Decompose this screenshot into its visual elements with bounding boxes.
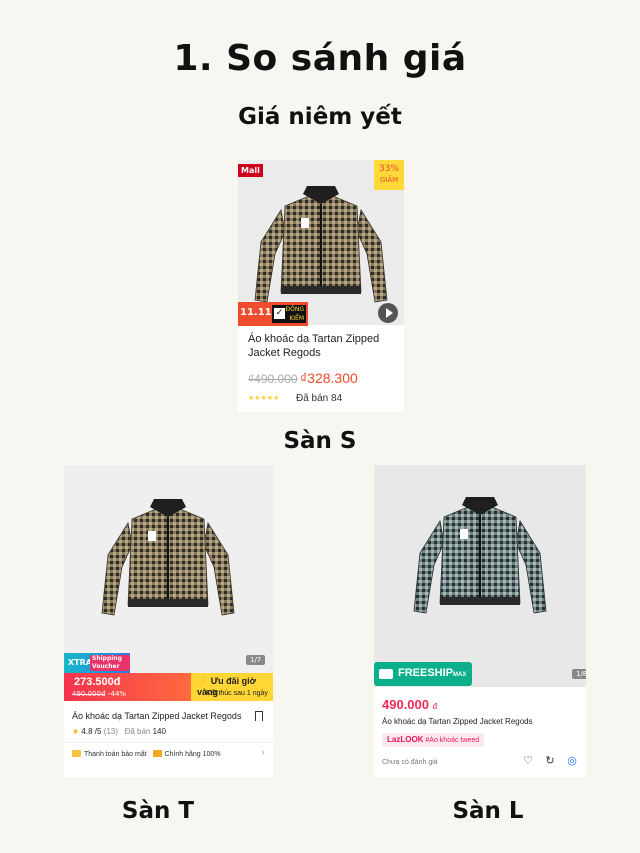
caption-san-t: Sàn T [121, 798, 195, 824]
divider [64, 742, 273, 743]
image-page-indicator: 1/7 [246, 655, 266, 665]
trust-badges: Thanh toán bảo mật Chính hãng 100% [72, 750, 221, 758]
original-price: 490.000đ [72, 690, 106, 698]
caption-san-s: Sàn S [283, 428, 357, 454]
page-title: 1. So sánh giá [173, 38, 467, 79]
sold-label: Đã bán [124, 727, 151, 736]
check-badge-label: ĐỒNG KIỂM [285, 306, 304, 322]
action-icons: ♡ ↻ ◎ [522, 755, 582, 769]
rating-stars: ★★★★★ [248, 394, 280, 402]
check-badge: ✓ ĐỒNG KIỂM [272, 305, 306, 323]
discount-percent: 33% [378, 164, 399, 174]
secure-payment-icon [72, 750, 81, 757]
authentic-label: Chính hãng 100% [164, 751, 221, 758]
sale-price: 490.000 đ [382, 697, 438, 712]
rating-value: 4.8 [81, 727, 93, 736]
star-icon: ★ [72, 727, 80, 736]
discount-percent: -44% [108, 690, 127, 698]
check-icon: ✓ [274, 308, 285, 319]
jacket-image [101, 499, 235, 616]
xtra-sub-label: Shipping Voucher [90, 655, 130, 671]
image-page-indicator: 1/8 [572, 669, 586, 679]
sale-banner: 11.11 ✓ ĐỒNG KIỂM [238, 302, 308, 326]
jacket-image [254, 186, 388, 303]
authentic-icon [152, 750, 162, 757]
bookmark-icon[interactable] [255, 711, 263, 721]
product-card-s[interactable]: Mall 33% GIẢM 11.11 ✓ ĐỒNG KIỂM Áo khoác… [238, 160, 404, 412]
price-banner: 273.500đ 490.000đ -44% [64, 673, 191, 701]
product-image[interactable]: Mall 33% GIẢM 11.11 ✓ ĐỒNG KIỂM [238, 160, 404, 326]
freeship-suffix: MAX [453, 672, 467, 678]
lazlook-tag-text: #Áo khoác tweed [425, 737, 480, 744]
lazlook-brand: LazLOOK [387, 735, 424, 744]
discount-badge: 33% GIẢM [374, 160, 404, 190]
xtra-label: XTRA [68, 658, 92, 667]
xtra-voucher-badge: XTRA Shipping Voucher [64, 653, 130, 673]
sold-count: Đã bán 84 [296, 393, 343, 404]
sale-price: ₫328.300 [300, 370, 358, 386]
freeship-badge: FREESHIPMAX [374, 662, 472, 686]
sold-count: 140 [152, 727, 166, 736]
product-card-t[interactable]: 1/7 XTRA Shipping Voucher 273.500đ 490.0… [64, 465, 273, 777]
original-price: ₫490.000 [248, 372, 298, 386]
rating-count: (13) [103, 727, 118, 736]
chat-icon[interactable]: ◎ [566, 755, 578, 767]
secure-payment-label: Thanh toán bảo mật [84, 751, 147, 758]
review-status: Chưa có đánh giá [382, 759, 438, 766]
product-name[interactable]: Áo khoác dạ Tartan Zipped Jacket Regods [382, 717, 533, 726]
mall-badge: Mall [238, 164, 263, 177]
heart-icon[interactable]: ♡ [522, 755, 534, 767]
freeship-label: FREESHIP [398, 667, 454, 679]
sale-1111-label: 11.11 [240, 307, 272, 318]
flash-deal-banner: ⚡ Ưu đãi giờ vàng Kết thúc sau 1 ngày [191, 673, 273, 701]
lazlook-tag[interactable]: LazLOOK #Áo khoác tweed [382, 733, 485, 747]
flash-deal-timer: Kết thúc sau 1 ngày [206, 690, 268, 697]
chevron-right-icon[interactable]: › [261, 748, 265, 758]
product-name[interactable]: Áo khoác dạ Tartan Zipped Jacket Regods [248, 332, 398, 360]
jacket-image [413, 497, 547, 614]
sale-price: 273.500đ [74, 676, 121, 688]
share-icon[interactable]: ↻ [544, 755, 556, 767]
product-image[interactable]: 1/7 XTRA Shipping Voucher [64, 465, 273, 673]
product-image[interactable]: FREESHIPMAX 1/8 [374, 465, 586, 687]
product-card-l[interactable]: FREESHIPMAX 1/8 490.000 đ Áo khoác dạ Ta… [374, 465, 586, 777]
discount-label: GIẢM [379, 176, 399, 184]
caption-san-l: Sàn L [452, 798, 524, 824]
page-subtitle: Giá niêm yết [238, 104, 402, 130]
rating-row: ★ 4.8 /5 (13) Đã bán 140 [72, 727, 166, 736]
play-video-button[interactable] [378, 303, 398, 323]
rating-scale: /5 [94, 727, 102, 736]
product-name[interactable]: Áo khoác dạ Tartan Zipped Jacket Regods [72, 711, 252, 721]
